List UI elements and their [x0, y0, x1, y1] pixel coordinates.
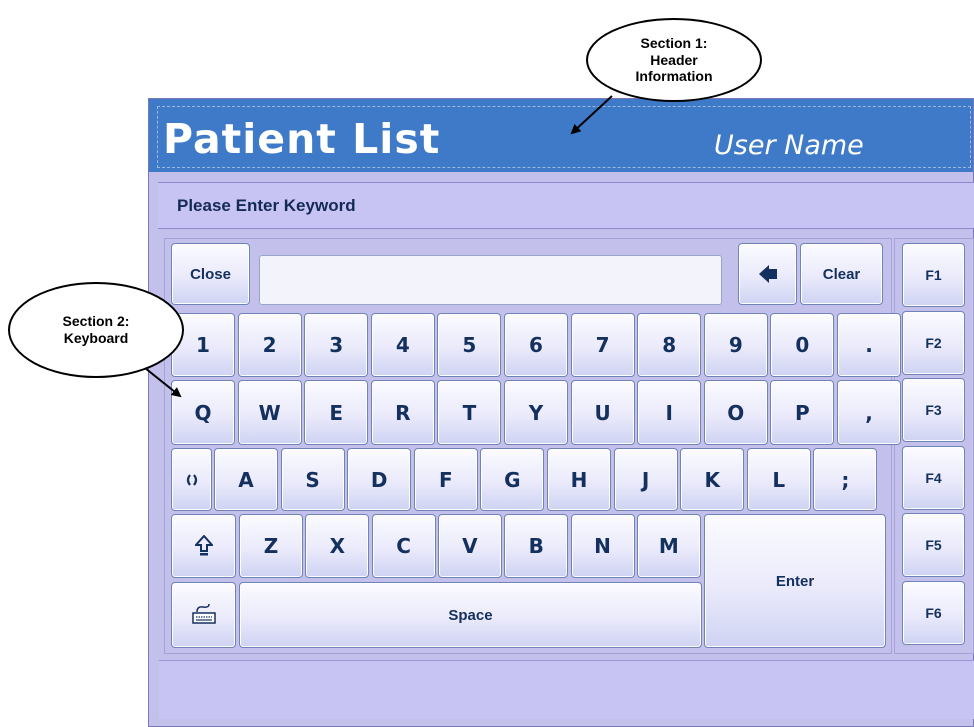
section2-arrow — [144, 367, 182, 398]
section1-arrow — [570, 95, 613, 135]
callout-arrows — [144, 95, 613, 398]
